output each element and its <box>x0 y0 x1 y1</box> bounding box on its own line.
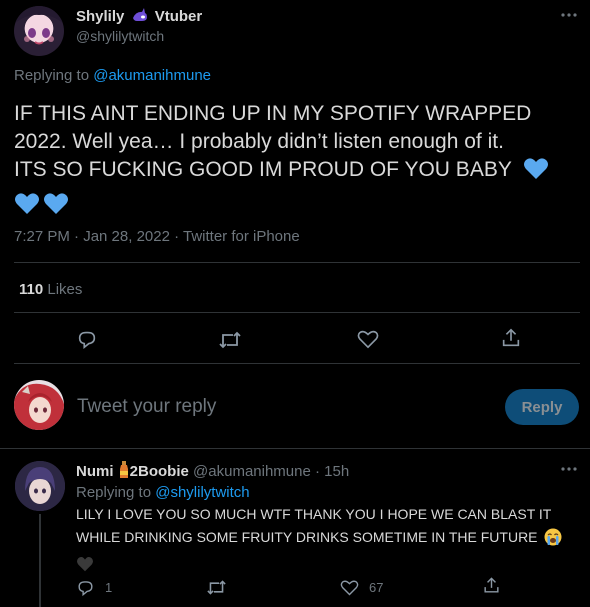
reply-handle[interactable]: @akumanihmune <box>193 463 311 480</box>
reply-replying-to-label: Replying to <box>76 484 152 501</box>
likes-count: 110 <box>19 281 44 298</box>
black-heart-row <box>76 553 586 582</box>
thread-line <box>39 514 41 607</box>
reply-author-suffix[interactable]: 2Boobie <box>130 463 189 480</box>
black-heart-emoji-icon <box>76 556 94 579</box>
reply-icon[interactable] <box>76 328 98 350</box>
share-icon[interactable] <box>500 327 522 349</box>
reply-button[interactable]: Reply <box>505 389 579 425</box>
more-horizontal-icon[interactable] <box>560 12 578 18</box>
divider <box>14 312 580 313</box>
reply-text-line2-row: WHILE DRINKING SOME FRUITY DRINKS SOMETI… <box>76 526 586 553</box>
reply-like-action[interactable]: 67 <box>340 579 383 596</box>
tweet-text-line3-row: ITS SO FUCKING GOOD IM PROUD OF YOU BABY <box>14 156 584 189</box>
reply-icon[interactable] <box>76 578 95 597</box>
reply-retweet-icon[interactable] <box>206 578 227 597</box>
blue-heart-emoji-icon <box>14 192 40 224</box>
reply-text-line1: LILY I LOVE YOU SO MUCH WTF THANK YOU I … <box>76 506 552 522</box>
likes-label: Likes <box>47 281 83 298</box>
reply-text-line2: WHILE DRINKING SOME FRUITY DRINKS SOMETI… <box>76 529 538 545</box>
orca-emoji-icon <box>131 8 149 28</box>
like-icon[interactable] <box>357 329 379 349</box>
reply-button-label: Reply <box>521 398 563 416</box>
author-handle[interactable]: @shylilytwitch <box>76 28 164 44</box>
reply-author-row: Numi 2Boobie @akumanihmune · 15h <box>76 461 349 483</box>
blue-hearts-row <box>14 189 584 221</box>
blue-heart-emoji-icon <box>43 192 69 224</box>
reply-text: LILY I LOVE YOU SO MUCH WTF THANK YOU I … <box>76 503 586 582</box>
likes-stat[interactable]: 110 Likes <box>19 281 82 298</box>
shylily-avatar[interactable] <box>14 6 64 56</box>
bottle-emoji-icon <box>118 461 130 483</box>
tweet-text: IF THIS AINT ENDING UP IN MY SPOTIFY WRA… <box>14 100 584 221</box>
retweet-icon[interactable] <box>218 329 242 351</box>
reply-author-name[interactable]: Numi <box>76 463 114 480</box>
divider <box>0 448 590 449</box>
reply-compose-input[interactable]: Tweet your reply <box>77 396 477 418</box>
numi-avatar[interactable] <box>15 461 65 511</box>
reply-replying-to-line: Replying to @shylilytwitch <box>76 484 250 501</box>
author-name-row[interactable]: Shylily Vtuber <box>76 8 202 28</box>
reply-time[interactable]: 15h <box>324 463 349 480</box>
reply-more-horizontal-icon[interactable] <box>560 466 578 472</box>
tweet-text-line2: 2022. Well yea… I probably didn’t listen… <box>14 130 504 153</box>
divider <box>14 262 580 263</box>
reply-reply-action[interactable]: 1 <box>76 578 112 597</box>
tweet-timestamp[interactable]: 7:27 PM · Jan 28, 2022 · Twitter for iPh… <box>14 228 300 245</box>
replying-to-line: Replying to @akumanihmune <box>14 67 211 84</box>
reply-share-icon[interactable] <box>482 576 501 595</box>
current-user-avatar[interactable] <box>14 380 64 430</box>
author-name[interactable]: Shylily <box>76 8 124 25</box>
reply-dot: · <box>315 463 320 480</box>
reply-like-count: 67 <box>369 580 384 595</box>
reply-reply-count: 1 <box>105 580 113 595</box>
author-tag[interactable]: Vtuber <box>155 8 203 25</box>
replying-to-handle[interactable]: @akumanihmune <box>93 67 211 84</box>
blue-heart-emoji-icon <box>523 157 549 189</box>
crying-face-emoji-icon <box>544 528 562 553</box>
reply-like-icon[interactable] <box>340 579 359 596</box>
divider <box>14 363 580 364</box>
replying-to-label: Replying to <box>14 67 90 84</box>
tweet-text-line1: IF THIS AINT ENDING UP IN MY SPOTIFY WRA… <box>14 102 532 125</box>
tweet-text-line3: ITS SO FUCKING GOOD IM PROUD OF YOU BABY <box>14 158 512 181</box>
reply-replying-to-handle[interactable]: @shylilytwitch <box>155 484 249 501</box>
